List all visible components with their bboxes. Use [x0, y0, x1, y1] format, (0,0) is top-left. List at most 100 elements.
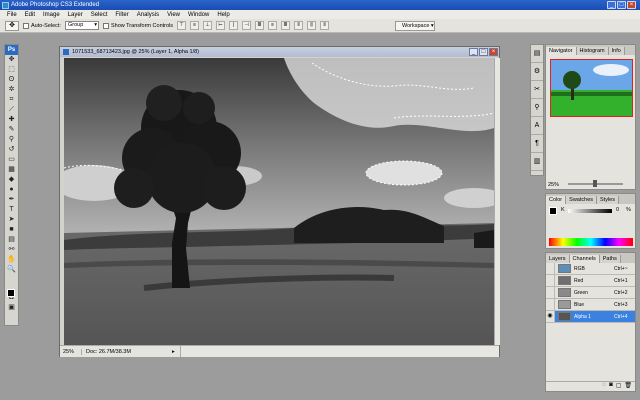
menu-view[interactable]: View	[163, 12, 184, 18]
visibility-toggle[interactable]	[546, 287, 555, 298]
navigator-thumbnail[interactable]	[550, 59, 633, 117]
distribute-left-icon[interactable]: ⫴	[294, 21, 304, 30]
menu-layer[interactable]: Layer	[64, 12, 87, 18]
workspace-button[interactable]: Workspace ▾	[395, 21, 435, 31]
channel-row-green[interactable]: Green Ctrl+2	[546, 287, 635, 299]
menu-image[interactable]: Image	[39, 12, 64, 18]
tab-info[interactable]: Info	[608, 47, 625, 55]
layer-comps-icon[interactable]: ▥	[531, 153, 543, 171]
brush-tool-icon[interactable]: ✎	[5, 125, 18, 135]
lasso-tool-icon[interactable]: ʘ	[5, 75, 18, 85]
maximize-button[interactable]: □	[617, 1, 626, 9]
history-brush-tool-icon[interactable]: ↺	[5, 145, 18, 155]
healing-brush-tool-icon[interactable]: ✚	[5, 115, 18, 125]
align-middle-icon[interactable]: ≡	[190, 21, 200, 30]
blur-tool-icon[interactable]: ◆	[5, 175, 18, 185]
foreground-color-swatch[interactable]	[7, 289, 15, 297]
channel-row-red[interactable]: Red Ctrl+1	[546, 275, 635, 287]
menu-file[interactable]: File	[3, 12, 21, 18]
eyedropper-tool-icon[interactable]: ⚯	[5, 245, 18, 255]
clone-stamp-tool-icon[interactable]: ⚲	[5, 135, 18, 145]
auto-select-option[interactable]: Auto-Select:	[23, 22, 61, 29]
screen-mode-icon[interactable]: ▣	[5, 303, 18, 313]
channel-row-blue[interactable]: Blue Ctrl+3	[546, 299, 635, 311]
align-left-icon[interactable]: ⊢	[216, 21, 226, 30]
transform-controls-checkbox[interactable]	[102, 22, 109, 29]
status-menu-arrow-icon[interactable]: ▸	[172, 349, 180, 355]
color-fg-swatch[interactable]	[549, 207, 557, 215]
magic-wand-tool-icon[interactable]: ✲	[5, 85, 18, 95]
tab-styles[interactable]: Styles	[597, 196, 619, 204]
doc-close-button[interactable]: ×	[489, 48, 498, 56]
dodge-tool-icon[interactable]: ●	[5, 185, 18, 195]
k-value[interactable]: 0	[616, 207, 619, 213]
pen-tool-icon[interactable]: ✒	[5, 195, 18, 205]
tab-swatches[interactable]: Swatches	[566, 196, 598, 204]
zoom-tool-icon[interactable]: 🔍	[5, 265, 18, 275]
distribute-center-icon[interactable]: ⫼	[307, 21, 317, 30]
path-selection-tool-icon[interactable]: ➤	[5, 215, 18, 225]
channel-row-alpha-1[interactable]: ◉ Alpha 1 Ctrl+4	[546, 311, 635, 323]
document-size-info[interactable]: Doc: 26.7M/38.3M	[82, 349, 172, 355]
hand-tool-icon[interactable]: ✋	[5, 255, 18, 265]
align-top-icon[interactable]: ⊤	[177, 21, 187, 30]
auto-select-dropdown[interactable]: Group	[64, 21, 99, 30]
distribute-top-icon[interactable]: ≣	[255, 21, 265, 30]
image-canvas[interactable]	[64, 58, 494, 345]
save-selection-icon[interactable]: ◙	[609, 382, 613, 391]
k-slider[interactable]	[568, 209, 612, 213]
distribute-middle-icon[interactable]: ≡	[268, 21, 278, 30]
clone-source-icon[interactable]: ⚲	[531, 99, 543, 117]
channel-row-rgb[interactable]: RGB Ctrl+~	[546, 263, 635, 275]
minimize-button[interactable]: _	[607, 1, 616, 9]
notes-tool-icon[interactable]: ▤	[5, 235, 18, 245]
tab-color[interactable]: Color	[546, 196, 567, 204]
tool-presets-icon[interactable]: ⚙	[531, 63, 543, 81]
align-center-icon[interactable]: |	[229, 21, 239, 30]
auto-select-checkbox[interactable]	[23, 22, 29, 29]
brushes-panel-icon[interactable]: ✂	[531, 81, 543, 99]
menu-analysis[interactable]: Analysis	[133, 12, 163, 18]
character-panel-icon[interactable]: A	[531, 117, 543, 135]
navigator-zoom-thumb[interactable]	[593, 180, 597, 187]
transform-controls-option[interactable]: Show Transform Controls	[102, 22, 173, 29]
document-titlebar[interactable]: 1071533_68713423.jpg @ 25% (Layer 1, Alp…	[60, 47, 499, 57]
delete-channel-icon[interactable]: 🗑	[624, 382, 632, 391]
menu-select[interactable]: Select	[87, 12, 112, 18]
visibility-toggle[interactable]	[546, 275, 555, 286]
load-selection-icon[interactable]: ◌	[603, 382, 607, 391]
menu-edit[interactable]: Edit	[21, 12, 39, 18]
visibility-toggle[interactable]	[546, 299, 555, 310]
marquee-tool-icon[interactable]: ⬚	[5, 65, 18, 75]
zoom-level-field[interactable]: 25%	[60, 348, 82, 355]
visibility-toggle[interactable]	[546, 263, 555, 274]
tab-channels[interactable]: Channels	[569, 255, 600, 263]
move-tool-icon[interactable]: ✥	[5, 55, 18, 65]
tab-histogram[interactable]: Histogram	[576, 47, 609, 55]
tab-paths[interactable]: Paths	[599, 255, 621, 263]
slice-tool-icon[interactable]: ⟋	[5, 105, 18, 115]
tab-navigator[interactable]: Navigator	[546, 47, 577, 55]
color-ramp[interactable]	[549, 238, 633, 246]
vertical-scrollbar[interactable]	[494, 58, 500, 345]
align-right-icon[interactable]: ⊣	[242, 21, 252, 30]
eraser-tool-icon[interactable]: ▭	[5, 155, 18, 165]
distribute-bottom-icon[interactable]: ≣	[281, 21, 291, 30]
history-panel-icon[interactable]: ▤	[531, 45, 543, 63]
close-button[interactable]: ×	[627, 1, 636, 9]
gradient-tool-icon[interactable]: ▦	[5, 165, 18, 175]
default-colors-icon[interactable]	[5, 275, 18, 279]
align-bottom-icon[interactable]: ⊥	[203, 21, 213, 30]
distribute-right-icon[interactable]: ⫴	[320, 21, 330, 30]
new-channel-icon[interactable]: ▢	[616, 382, 622, 391]
doc-minimize-button[interactable]: _	[469, 48, 478, 56]
eye-icon[interactable]: ◉	[546, 311, 555, 322]
navigator-zoom-value[interactable]: 25%	[548, 182, 559, 188]
tab-layers[interactable]: Layers	[546, 255, 570, 263]
move-tool-preset-icon[interactable]: ✥	[5, 20, 19, 31]
horizontal-scrollbar[interactable]	[180, 346, 499, 357]
shape-tool-icon[interactable]: ■	[5, 225, 18, 235]
menu-help[interactable]: Help	[213, 12, 233, 18]
type-tool-icon[interactable]: T	[5, 205, 18, 215]
menu-window[interactable]: Window	[184, 12, 213, 18]
